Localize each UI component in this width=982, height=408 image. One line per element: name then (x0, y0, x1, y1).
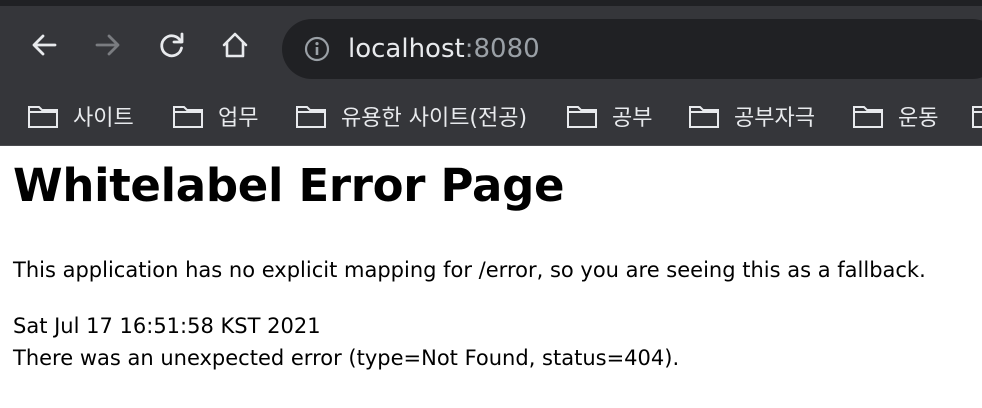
bookmark-label: 유용한 사이트(전공) (341, 106, 528, 131)
bookmark-label: 공부자극 (734, 106, 815, 131)
folder-icon (689, 106, 719, 128)
forward-button[interactable] (91, 28, 125, 62)
bookmark-label: 업무 (218, 106, 259, 131)
url-host: localhost (348, 34, 465, 64)
home-icon (222, 32, 248, 58)
browser-toolbar: localhost:8080 (0, 0, 982, 86)
error-detail: There was an unexpected error (type=Not … (13, 346, 680, 370)
bookmarks-bar: 사이트 업무 유용한 사이트(전공) 공부 공부자극 운동 (0, 86, 982, 146)
url-port: :8080 (464, 34, 540, 64)
bookmark-folder-work[interactable]: 업무 (172, 86, 259, 145)
reload-button[interactable] (155, 28, 189, 62)
home-button[interactable] (218, 28, 252, 62)
back-button[interactable] (27, 28, 61, 62)
bookmark-label: 운동 (898, 106, 939, 131)
folder-icon (28, 106, 58, 128)
bookmark-folder-useful-sites[interactable]: 유용한 사이트(전공) (295, 86, 528, 145)
folder-icon (296, 106, 326, 128)
bookmark-folder-study-motivation[interactable]: 공부자극 (688, 86, 815, 145)
bookmark-label: 공부 (612, 106, 653, 131)
url-text[interactable]: localhost:8080 (348, 31, 540, 67)
error-message: This application has no explicit mapping… (13, 258, 926, 282)
forward-icon (95, 34, 120, 56)
bookmark-folder-exercise[interactable]: 운동 (852, 86, 939, 145)
back-icon (32, 34, 57, 56)
bookmark-folder-study[interactable]: 공부 (566, 86, 653, 145)
folder-icon (173, 106, 203, 128)
bookmark-label: 사이트 (73, 106, 134, 131)
bookmark-folder-overflow[interactable] (971, 86, 982, 145)
address-bar[interactable]: localhost:8080 (282, 19, 982, 79)
folder-icon (853, 106, 883, 128)
bookmark-folder-site[interactable]: 사이트 (27, 86, 134, 145)
error-timestamp: Sat Jul 17 16:51:58 KST 2021 (13, 314, 321, 338)
reload-icon (160, 32, 184, 58)
folder-icon (972, 106, 982, 128)
page-title: Whitelabel Error Page (13, 159, 565, 212)
info-icon[interactable] (304, 36, 330, 62)
folder-icon (567, 106, 597, 128)
